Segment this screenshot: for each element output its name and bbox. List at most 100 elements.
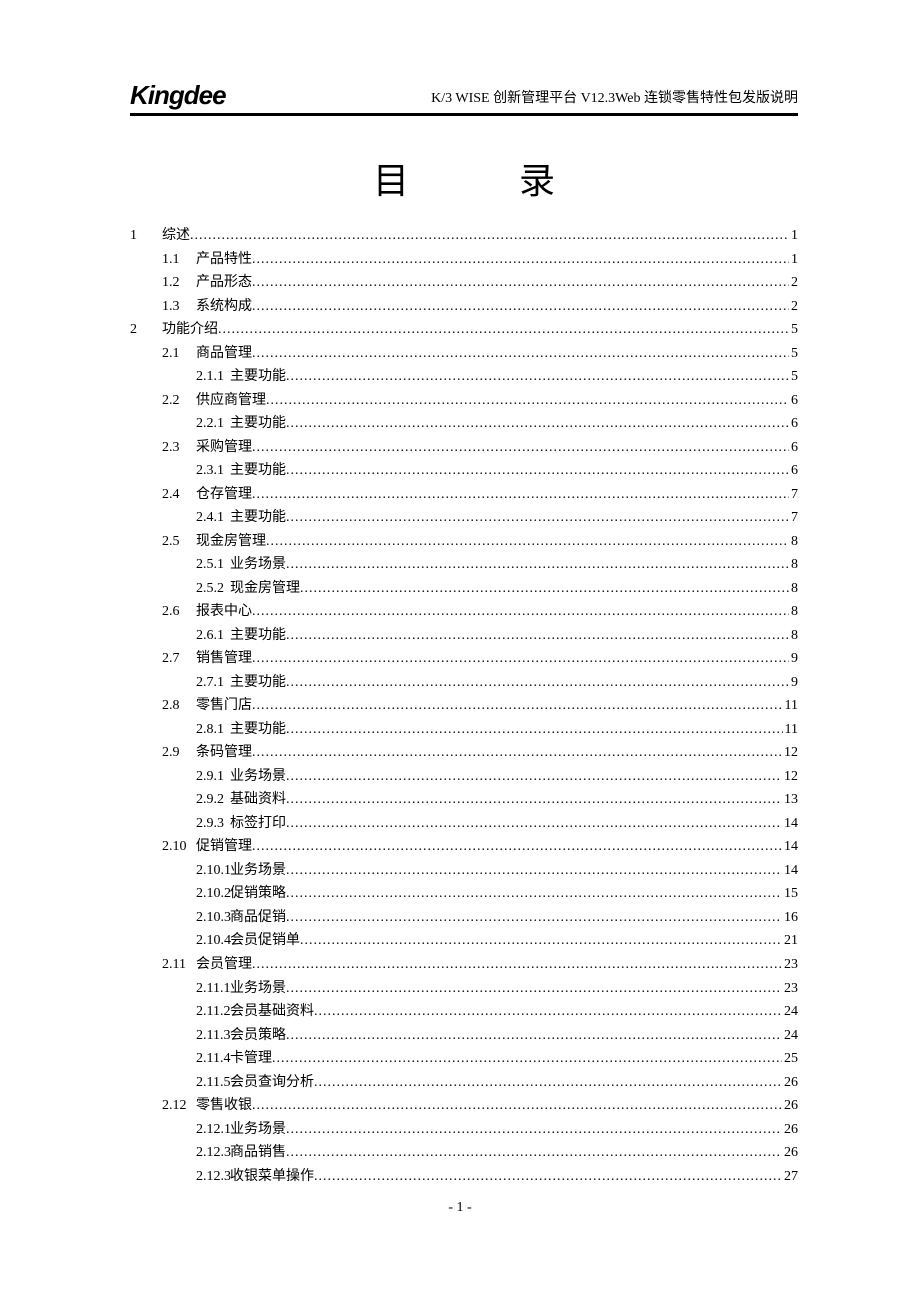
- toc-section-num: 1.2: [130, 271, 196, 295]
- toc-label: 会员管理: [196, 953, 252, 977]
- toc-leader-dots: [286, 412, 789, 436]
- toc-label: 业务场景: [230, 977, 286, 1001]
- toc-label: 商品促销: [230, 906, 286, 930]
- toc-row: 2.7销售管理9: [130, 647, 798, 671]
- toc-label: 收银菜单操作: [230, 1165, 314, 1189]
- toc-row: 2.6报表中心8: [130, 600, 798, 624]
- toc-label: 标签打印: [230, 812, 286, 836]
- toc-row: 2.10促销管理 14: [130, 835, 798, 859]
- toc-row: 2.8.1主要功能11: [130, 718, 798, 742]
- toc-row: 2.3采购管理6: [130, 436, 798, 460]
- toc-label: 促销管理: [196, 835, 252, 859]
- toc-leader-dots: [286, 788, 782, 812]
- toc-section-num: 2.8: [130, 694, 196, 718]
- toc-subsection-num: 2.7.1: [130, 671, 230, 695]
- toc-chapter-num: 2: [130, 318, 162, 342]
- toc-row: 1.1产品特性1: [130, 248, 798, 272]
- toc-label: 会员基础资料: [230, 1000, 314, 1024]
- toc-page-num: 2: [789, 271, 798, 295]
- toc-leader-dots: [286, 906, 782, 930]
- toc-page-num: 2: [789, 295, 798, 319]
- toc-page-num: 27: [782, 1165, 798, 1189]
- toc-leader-dots: [286, 859, 782, 883]
- toc-leader-dots: [286, 553, 789, 577]
- toc-row: 2.12零售收银26: [130, 1094, 798, 1118]
- toc-label: 商品销售: [230, 1141, 286, 1165]
- toc-leader-dots: [286, 624, 789, 648]
- toc-page-num: 15: [782, 882, 798, 906]
- title-char-2: 录: [519, 161, 555, 201]
- toc-page-num: 16: [782, 906, 798, 930]
- toc-label: 系统构成: [196, 295, 252, 319]
- toc-page-num: 1: [789, 224, 798, 248]
- toc-page-num: 14: [782, 835, 798, 859]
- toc-leader-dots: [252, 295, 789, 319]
- toc-row: 2.11会员管理23: [130, 953, 798, 977]
- toc-subsection-num: 2.5.1: [130, 553, 230, 577]
- toc-section-num: 2.1: [130, 342, 196, 366]
- toc-subsection-num: 2.12.1: [130, 1118, 230, 1142]
- toc-section-num: 2.10: [130, 835, 196, 859]
- toc-row: 1.2产品形态 2: [130, 271, 798, 295]
- toc-label: 业务场景: [230, 859, 286, 883]
- toc-label: 产品特性: [196, 248, 252, 272]
- toc-section-num: 2.12: [130, 1094, 196, 1118]
- toc-subsection-num: 2.3.1: [130, 459, 230, 483]
- toc-label: 促销策略: [230, 882, 286, 906]
- toc-label: 供应商管理: [196, 389, 266, 413]
- toc-label: 主要功能: [230, 365, 286, 389]
- toc-label: 基础资料: [230, 788, 286, 812]
- toc-label: 业务场景: [230, 765, 286, 789]
- toc-leader-dots: [252, 600, 789, 624]
- toc-leader-dots: [314, 1000, 782, 1024]
- toc-leader-dots: [300, 577, 789, 601]
- toc-subsection-num: 2.12.3: [130, 1165, 230, 1189]
- toc-row: 2.9.1业务场景12: [130, 765, 798, 789]
- toc-row: 2.10.4会员促销单21: [130, 929, 798, 953]
- toc-subsection-num: 2.4.1: [130, 506, 230, 530]
- toc-label: 条码管理: [196, 741, 252, 765]
- toc-label: 会员策略: [230, 1024, 286, 1048]
- toc-row: 2.11.4卡管理25: [130, 1047, 798, 1071]
- toc-page-num: 6: [789, 436, 798, 460]
- toc-leader-dots: [252, 342, 789, 366]
- toc-label: 现金房管理: [230, 577, 300, 601]
- toc-page-num: 8: [789, 553, 798, 577]
- toc-leader-dots: [314, 1165, 782, 1189]
- toc-label: 产品形态: [196, 271, 252, 295]
- toc-row: 2.8零售门店11: [130, 694, 798, 718]
- toc-page-num: 6: [789, 412, 798, 436]
- toc-page-num: 5: [789, 342, 798, 366]
- toc-row: 2.4.1主要功能7: [130, 506, 798, 530]
- toc-label: 功能介绍: [162, 318, 218, 342]
- toc-leader-dots: [252, 248, 789, 272]
- toc-page-num: 24: [782, 1000, 798, 1024]
- toc-row: 2.9条码管理12: [130, 741, 798, 765]
- toc-row: 2.1.1主要功能5: [130, 365, 798, 389]
- toc-row: 2.11.1业务场景23: [130, 977, 798, 1001]
- toc-page-num: 8: [789, 530, 798, 554]
- toc-page-num: 26: [782, 1071, 798, 1095]
- toc-label: 卡管理: [230, 1047, 272, 1071]
- page-footer: - 1 -: [0, 1200, 920, 1216]
- toc-leader-dots: [218, 318, 789, 342]
- toc-row: 2.7.1主要功能9: [130, 671, 798, 695]
- toc-row: 2.6.1主要功能8: [130, 624, 798, 648]
- toc-label: 采购管理: [196, 436, 252, 460]
- toc-page-num: 5: [789, 318, 798, 342]
- toc-leader-dots: [272, 1047, 782, 1071]
- toc-row: 2.10.3商品促销16: [130, 906, 798, 930]
- toc-page-num: 26: [782, 1094, 798, 1118]
- toc-section-num: 2.11: [130, 953, 196, 977]
- toc-row: 2.5.1业务场景 8: [130, 553, 798, 577]
- toc-leader-dots: [252, 835, 782, 859]
- toc-leader-dots: [252, 694, 783, 718]
- toc-leader-dots: [286, 1141, 782, 1165]
- toc-leader-dots: [286, 671, 789, 695]
- toc-row: 2.11.2会员基础资料24: [130, 1000, 798, 1024]
- toc-subsection-num: 2.10.4: [130, 929, 230, 953]
- toc-label: 业务场景: [230, 553, 286, 577]
- toc-row: 2.3.1主要功能6: [130, 459, 798, 483]
- toc-leader-dots: [252, 271, 789, 295]
- toc-section-num: 2.5: [130, 530, 196, 554]
